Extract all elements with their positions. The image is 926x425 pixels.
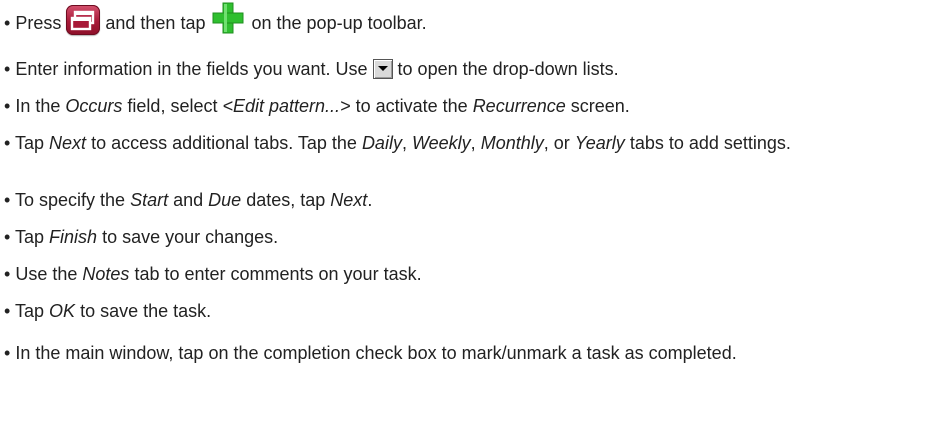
- instruction-enter-info: • Enter information in the fields you wa…: [4, 58, 619, 79]
- instruction-ok: • Tap OK to save the task.: [4, 301, 212, 321]
- tasks-icon: [66, 5, 101, 36]
- instruction-tabs: • Tap Next to access additional tabs. Ta…: [4, 133, 791, 153]
- instruction-completion: • In the main window, tap on the complet…: [4, 343, 737, 363]
- dropdown-arrow-icon: [372, 58, 393, 79]
- plus-icon: [210, 1, 246, 35]
- instruction-press-tasks: • Press and then tap on the pop-up toolb…: [4, 2, 922, 36]
- instruction-notes: • Use the Notes tab to enter comments on…: [4, 264, 422, 284]
- instruction-start-due: • To specify the Start and Due dates, ta…: [4, 190, 373, 210]
- instruction-finish: • Tap Finish to save your changes.: [4, 227, 279, 247]
- instruction-occurs-field: • In the Occurs field, select <Edit patt…: [4, 96, 630, 116]
